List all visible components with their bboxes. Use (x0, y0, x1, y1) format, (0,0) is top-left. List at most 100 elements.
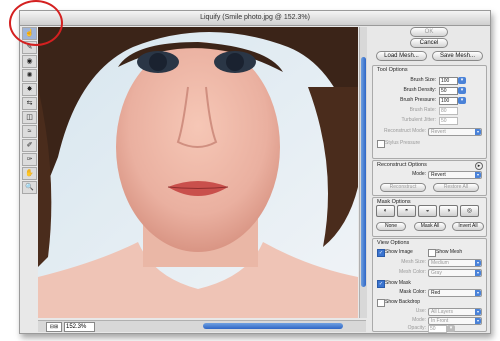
replace-selection-icon[interactable]: ◐ (376, 205, 395, 217)
expand-arrow-icon[interactable]: ▸ (475, 162, 483, 170)
brush-rate-row: Brush Rate: 80 (373, 106, 486, 115)
mask-all-button[interactable]: Mask All (414, 222, 446, 231)
turbulence-tool[interactable]: ≈ (22, 125, 37, 138)
add-to-selection-icon[interactable]: ◓ (397, 205, 416, 217)
turbulent-jitter-input[interactable]: 50 (439, 117, 458, 125)
zoom-tool[interactable]: 🔍 (22, 181, 37, 194)
reconstruct-mode-label: Reconstruct Mode: (384, 128, 426, 134)
reconstruct-mode-select[interactable]: Revert ▾ (428, 128, 482, 136)
chevron-down-icon: ▾ (475, 129, 481, 135)
chevron-down-icon: ▾ (475, 270, 481, 276)
mask-options-group: Mask Options ◐ ◓ ◒ ◑ ◎ None Mask All Inv… (372, 197, 487, 237)
show-image-label: Show Image (385, 249, 413, 255)
freeze-mask-tool[interactable]: ✐ (22, 139, 37, 152)
show-image-checkbox[interactable]: ✓ (377, 249, 385, 257)
show-backdrop-checkbox[interactable] (377, 299, 385, 307)
cancel-button[interactable]: Cancel (410, 38, 448, 48)
view-options-group: View Options ✓ Show Image Show Mesh Mesh… (372, 238, 487, 333)
mesh-color-row: Mesh Color: Gray ▾ (373, 268, 486, 277)
reconstruct-options-title: Reconstruct Options (377, 162, 427, 168)
mask-color-select[interactable]: Red ▾ (428, 289, 482, 297)
none-button[interactable]: None (376, 222, 406, 231)
intersect-selection-icon[interactable]: ◑ (439, 205, 458, 217)
hand-tool[interactable]: ✋ (22, 167, 37, 180)
opacity-dropdown-icon[interactable]: ▾ (447, 325, 455, 332)
zoom-level-field[interactable]: 152.3% (64, 322, 95, 332)
mesh-size-row: Mesh Size: Medium ▾ (373, 258, 486, 267)
mode-value: Revert (431, 172, 446, 178)
brush-density-input[interactable]: 50 (439, 87, 458, 95)
brush-pressure-input[interactable]: 100 (439, 97, 458, 105)
show-mesh-label: Show Mesh (436, 249, 463, 255)
image-canvas[interactable] (38, 27, 358, 318)
status-bar: ⊟⊞ 152.3% (38, 320, 366, 332)
mask-color-label: Mask Color: (399, 289, 426, 295)
subtract-from-selection-icon[interactable]: ◒ (418, 205, 437, 217)
invert-selection-icon[interactable]: ◎ (460, 205, 479, 217)
invert-all-button[interactable]: Invert All (452, 222, 484, 231)
vertical-scrollbar[interactable] (359, 27, 367, 318)
brush-rate-input[interactable]: 80 (439, 107, 458, 115)
use-select[interactable]: All Layers ▾ (428, 308, 482, 316)
liquify-dialog: Liquify (Smile photo.jpg @ 152.3%) ☝ ✎ ◉ ✺ ✸… (19, 10, 491, 334)
tool-options-group: Tool Options Brush Size: 100 ▾ Brush Den… (372, 65, 487, 159)
opacity-label: Opacity: (407, 325, 426, 331)
brush-pressure-label: Brush Pressure: (400, 97, 436, 103)
backdrop-mode-row: Mode: In Front ▾ (373, 316, 486, 325)
show-mask-checkbox[interactable]: ✓ (377, 280, 385, 288)
twirl-tool[interactable]: ◉ (22, 55, 37, 68)
brush-pressure-row: Brush Pressure: 100 ▾ (373, 96, 486, 105)
reconstruct-button[interactable]: Reconstruct (380, 183, 426, 192)
restore-all-button[interactable]: Restore All (433, 183, 479, 192)
brush-size-input[interactable]: 100 (439, 77, 458, 85)
bloat-tool[interactable]: ✸ (22, 83, 37, 96)
mesh-color-select[interactable]: Gray ▾ (428, 269, 482, 277)
backdrop-mode-label: Mode: (412, 317, 426, 323)
brush-size-row: Brush Size: 100 ▾ (373, 76, 486, 85)
brush-pressure-dropdown-icon[interactable]: ▾ (458, 97, 466, 104)
backdrop-use-row: Use: All Layers ▾ (373, 307, 486, 316)
reconstruct-options-group: Reconstruct Options ▸ Mode: Revert ▾ Reco… (372, 160, 487, 196)
mask-color-value: Red (431, 290, 441, 296)
tool-options-title: Tool Options (377, 67, 408, 73)
highlight-circle (9, 0, 63, 46)
push-left-tool[interactable]: ⇆ (22, 97, 37, 110)
zoom-toggle-button[interactable]: ⊟⊞ (46, 322, 62, 332)
options-panel: OK Cancel Load Mesh... Save Mesh... Tool… (370, 27, 487, 333)
turbulent-jitter-label: Turbulent Jitter: (401, 117, 436, 123)
vertical-scroll-thumb[interactable] (361, 57, 366, 287)
mode-select[interactable]: Revert ▾ (428, 171, 482, 179)
mirror-tool[interactable]: ◫ (22, 111, 37, 124)
mesh-size-label: Mesh Size: (401, 259, 426, 265)
chevron-down-icon: ▾ (475, 172, 481, 178)
tool-palette: ☝ ✎ ◉ ✺ ✸ ⇆ ◫ ≈ ✐ ✑ ✋ 🔍 (22, 27, 37, 317)
chevron-down-icon: ▾ (475, 309, 481, 315)
load-mesh-button[interactable]: Load Mesh... (376, 51, 427, 61)
save-mesh-button[interactable]: Save Mesh... (432, 51, 483, 61)
mesh-size-select[interactable]: Medium ▾ (428, 259, 482, 267)
chevron-down-icon: ▾ (475, 290, 481, 296)
horizontal-scroll-thumb[interactable] (203, 323, 343, 329)
use-label: Use: (415, 308, 426, 314)
mesh-size-value: Medium (431, 260, 449, 266)
mask-color-row: Mask Color: Red ▾ (373, 288, 486, 297)
thaw-mask-tool[interactable]: ✑ (22, 153, 37, 166)
brush-size-dropdown-icon[interactable]: ▾ (458, 77, 466, 84)
ok-button[interactable]: OK (410, 27, 448, 37)
stylus-pressure-label: Stylus Pressure (385, 140, 421, 146)
show-mesh-checkbox[interactable] (428, 249, 436, 257)
brush-size-label: Brush Size: (410, 77, 436, 83)
reconstruct-mode-value: Revert (431, 129, 446, 135)
photo-preview (38, 27, 358, 318)
show-backdrop-label: Show Backdrop (385, 299, 421, 305)
brush-density-label: Brush Density: (403, 87, 436, 93)
mesh-color-value: Gray (431, 270, 442, 276)
pucker-tool[interactable]: ✺ (22, 69, 37, 82)
brush-rate-label: Brush Rate: (409, 107, 436, 113)
show-mask-label: Show Mask (385, 280, 411, 286)
chevron-down-icon: ▾ (475, 260, 481, 266)
brush-density-dropdown-icon[interactable]: ▾ (458, 87, 466, 94)
brush-density-row: Brush Density: 50 ▾ (373, 86, 486, 95)
opacity-input[interactable]: 50 (428, 325, 447, 333)
stylus-pressure-checkbox[interactable] (377, 140, 385, 148)
